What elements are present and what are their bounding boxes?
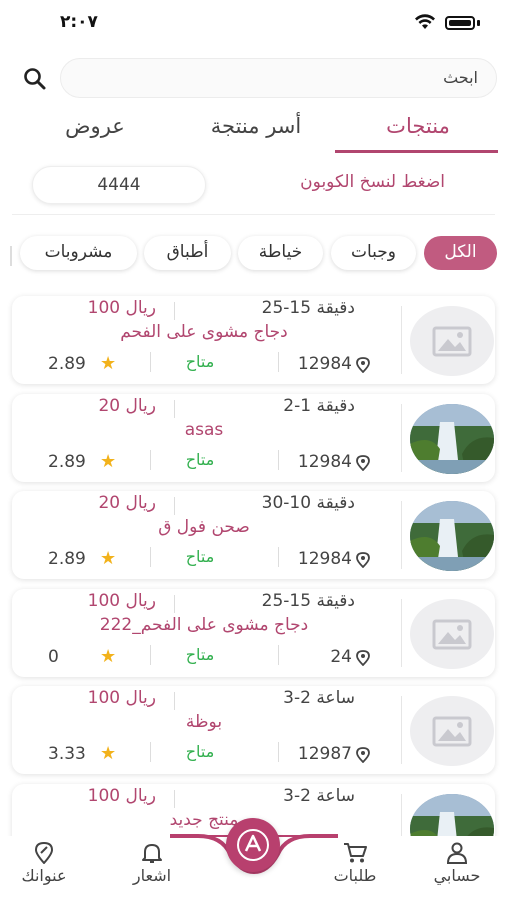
battery-icon: [445, 16, 475, 30]
active-tab-indicator: [335, 150, 498, 153]
coupon-copy-label[interactable]: اضغط لنسخ الكوبون: [220, 172, 445, 192]
product-availability: متاح: [185, 547, 215, 566]
main-tabs: منتجات أسر منتجة عروض: [0, 106, 507, 154]
status-bar: ٢:٠٧: [0, 0, 507, 46]
tab-productive-families[interactable]: أسر منتجة: [186, 114, 326, 138]
product-list: 25-15 دقيقة 100 ريال دجاج مشوى على الفحم 12…: [0, 292, 507, 838]
product-price: 100 ريال: [87, 785, 156, 806]
divider: [12, 214, 495, 215]
product-name: صحن فول ق: [158, 517, 250, 537]
product-price: 100 ريال: [87, 590, 156, 611]
product-price: 100 ريال: [87, 688, 156, 708]
product-rating: 2.89: [48, 354, 86, 374]
product-availability: متاح: [185, 644, 215, 664]
product-price: 20 ريال: [98, 395, 156, 416]
nav-orders-label: طلبات: [333, 866, 377, 885]
location-pin-icon: [356, 747, 370, 763]
product-image: [410, 598, 494, 669]
chip-scroll-edge: [0, 246, 12, 266]
product-card[interactable]: 25-15 دقيقة 100 ريال دجاج مشوى على الفحم 12…: [12, 296, 495, 384]
nav-notifications-label: اشعار: [132, 866, 172, 885]
location-edit-icon: [34, 842, 54, 864]
product-name: asas: [184, 419, 224, 440]
product-rating: 2.89: [48, 549, 86, 569]
product-rating: 0: [48, 646, 59, 667]
coupon-code[interactable]: 4444: [32, 166, 206, 204]
search-input[interactable]: ابحث: [60, 58, 497, 98]
bell-icon: [142, 844, 162, 863]
product-distance-value: 24: [330, 646, 352, 667]
product-image: [410, 501, 494, 571]
bottom-nav: حسابي طلبات اشعار عنوانك: [0, 818, 507, 900]
product-prep-time: 25-15 دقيقة: [261, 590, 355, 611]
product-distance-value: 12987: [297, 744, 352, 764]
wifi-icon: [415, 14, 435, 29]
product-name: دجاج مشوى على الفحم: [120, 322, 288, 342]
nav-account[interactable]: حسابي: [417, 842, 497, 885]
search-icon[interactable]: [22, 66, 48, 92]
category-chips: الكل وجبات خياطة أطباق مشروبات: [0, 234, 507, 274]
location-pin-icon: [356, 552, 370, 568]
product-availability: متاح: [185, 449, 215, 469]
product-name: بوظة: [185, 712, 223, 732]
nav-address[interactable]: عنوانك: [4, 842, 84, 885]
product-distance-value: 12984: [297, 549, 352, 569]
star-icon: ★: [100, 353, 117, 374]
product-image: [410, 403, 494, 474]
product-distance-value: 12984: [297, 451, 352, 472]
tab-products[interactable]: منتجات: [352, 114, 484, 138]
chip-all[interactable]: الكل: [424, 236, 497, 270]
star-icon: ★: [100, 743, 117, 764]
status-time: ٢:٠٧: [60, 12, 98, 32]
search-bar: ابحث: [0, 56, 507, 100]
star-icon: ★: [100, 450, 117, 472]
product-rating: 2.89: [48, 451, 86, 472]
placeholder-image-icon: [432, 326, 472, 357]
product-availability: متاح: [185, 742, 215, 761]
product-card[interactable]: 25-15 دقيقة 100 ريال دجاج مشوى على الفحم_2…: [12, 588, 495, 677]
product-prep-time: 3-2 ساعة: [283, 688, 355, 708]
waterfall-photo: [410, 793, 494, 838]
nav-orders[interactable]: طلبات: [315, 842, 395, 885]
product-distance-value: 12984: [297, 354, 352, 374]
product-card[interactable]: 30-10 دقيقة 20 ريال صحن فول ق 12984 متاح 2.89…: [12, 491, 495, 579]
product-price: 20 ريال: [98, 493, 156, 513]
chip-dishes[interactable]: أطباق: [144, 236, 231, 270]
waterfall-photo: [410, 403, 494, 474]
waterfall-photo: [410, 501, 494, 571]
chip-meals[interactable]: وجبات: [331, 236, 416, 270]
product-name: دجاج مشوى على الفحم_222: [99, 614, 309, 635]
tab-offers[interactable]: عروض: [40, 114, 150, 138]
chip-sewing[interactable]: خياطة: [238, 236, 323, 270]
person-icon: [446, 842, 468, 864]
star-icon: ★: [100, 548, 117, 569]
product-rating: 3.33: [48, 744, 86, 764]
product-card[interactable]: 3-2 ساعة 100 ريال بوظة 12987 متاح 3.33 ★: [12, 686, 495, 774]
product-prep-time: 2-1 دقيقة: [283, 395, 355, 416]
coupon-row: 4444 اضغط لنسخ الكوبون: [0, 164, 507, 206]
location-pin-icon: [356, 649, 370, 666]
product-availability: متاح: [185, 352, 215, 371]
location-pin-icon: [356, 357, 370, 373]
product-price: 100 ريال: [87, 298, 156, 318]
location-pin-icon: [356, 454, 370, 471]
cart-icon: [344, 843, 367, 863]
product-prep-time: 3-2 ساعة: [283, 785, 355, 806]
placeholder-image-icon: [432, 619, 472, 649]
product-card[interactable]: 2-1 دقيقة 20 ريال asas 12984 متاح 2.89 ★: [12, 393, 495, 482]
placeholder-image-icon: [432, 716, 472, 747]
nav-account-label: حسابي: [433, 866, 481, 885]
nav-address-label: عنوانك: [21, 866, 67, 885]
star-icon: ★: [100, 645, 117, 667]
app-logo-icon: [237, 829, 269, 861]
chip-drinks[interactable]: مشروبات: [20, 236, 137, 270]
product-image: [410, 793, 494, 838]
product-image: [410, 306, 494, 376]
product-prep-time: 25-15 دقيقة: [261, 298, 355, 318]
product-prep-time: 30-10 دقيقة: [261, 493, 355, 513]
center-action-button[interactable]: [226, 818, 280, 872]
product-image: [410, 696, 494, 766]
nav-notifications[interactable]: اشعار: [112, 842, 192, 885]
